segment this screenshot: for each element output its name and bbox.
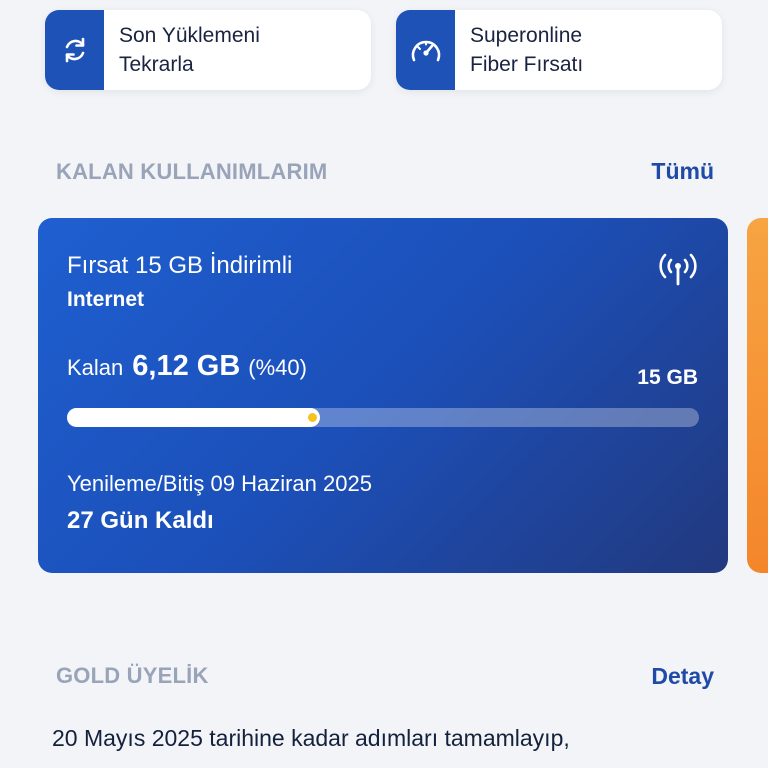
- total-amount: 15 GB: [637, 366, 698, 389]
- quick-action-fiber-offer[interactable]: Superonline Fiber Fırsatı: [396, 10, 722, 90]
- speedometer-icon: [411, 40, 440, 62]
- remaining-percent: (%40): [248, 355, 307, 380]
- renewal-date: Yenileme/Bitiş 09 Haziran 2025: [67, 471, 372, 496]
- signal-tower-icon: [659, 253, 697, 286]
- remaining-amount: 6,12 GB: [132, 350, 241, 382]
- package-type: Internet: [67, 288, 145, 311]
- refresh-icon: [65, 37, 84, 63]
- package-name: Fırsat 15 GB İndirimli: [67, 252, 293, 279]
- gold-membership-title: GOLD ÜYELİK: [56, 663, 209, 688]
- quick-action-label: Superonline Fiber Fırsatı: [470, 24, 584, 76]
- internet-usage-card[interactable]: Fırsat 15 GB İndirimli Internet Kalan 6,…: [38, 218, 728, 573]
- progress-indicator-dot: [308, 413, 317, 422]
- days-left: 27 Gün Kaldı: [67, 507, 214, 534]
- quick-action-icon-box: [45, 10, 104, 90]
- quick-action-repeat-topup[interactable]: Son Yüklemeni Tekrarla: [45, 10, 371, 90]
- detail-link[interactable]: Detay: [651, 663, 714, 690]
- remaining-usage-title: KALAN KULLANIMLARIM: [56, 159, 328, 184]
- gold-membership-description: 20 Mayıs 2025 tarihine kadar adımları ta…: [52, 725, 570, 751]
- see-all-link[interactable]: Tümü: [651, 158, 714, 185]
- quick-action-label: Son Yüklemeni Tekrarla: [119, 24, 260, 76]
- remaining-prefix: Kalan: [67, 355, 124, 380]
- quick-action-icon-box: [396, 10, 455, 90]
- usage-progress-fill: [67, 408, 320, 427]
- next-usage-card-peek[interactable]: [747, 218, 768, 573]
- usage-progress-bar: [67, 408, 699, 427]
- remaining-row: Kalan 6,12 GB (%40): [67, 350, 307, 383]
